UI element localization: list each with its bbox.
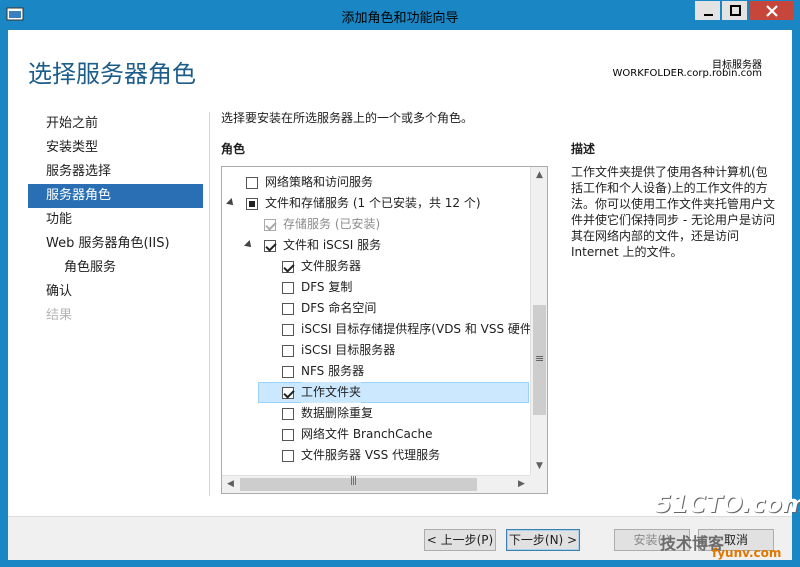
close-icon (766, 5, 778, 17)
role-label: iSCSI 目标服务器 (301, 343, 396, 357)
nav-item-server-selection[interactable]: 服务器选择 (28, 160, 203, 184)
role-checkbox[interactable] (282, 324, 294, 336)
nav-item-confirmation[interactable]: 确认 (28, 280, 203, 304)
role-row[interactable]: 数据删除重复 (222, 403, 530, 424)
role-label: NFS 服务器 (301, 364, 365, 378)
role-row[interactable]: 文件服务器 (222, 256, 530, 277)
collapse-arrow-icon[interactable] (226, 198, 236, 208)
role-label: 网络文件 BranchCache (301, 427, 433, 441)
nav-item-role-services[interactable]: 角色服务 (28, 256, 203, 280)
role-row[interactable]: iSCSI 目标存储提供程序(VDS 和 VSS 硬件提 (222, 319, 530, 340)
roles-tree[interactable]: 网络策略和访问服务 文件和存储服务 (1 个已安装，共 12 个) 存储服务 (… (221, 166, 548, 494)
role-checkbox[interactable] (246, 177, 258, 189)
watermark-site: fyunv.com (712, 546, 782, 560)
previous-button[interactable]: < 上一步(P) (424, 529, 496, 551)
nav-item-web-server-role[interactable]: Web 服务器角色(IIS) (28, 232, 203, 256)
horizontal-scrollbar[interactable]: ◀ ▶ (222, 475, 530, 493)
description-text: 工作文件夹提供了使用各种计算机(包括工作和个人设备)上的工作文件的方法。你可以使… (571, 165, 776, 259)
role-label: DFS 复制 (301, 280, 353, 294)
role-row[interactable]: iSCSI 目标服务器 (222, 340, 530, 361)
role-label: 数据删除重复 (301, 406, 374, 420)
role-row: 存储服务 (已安装) (222, 214, 530, 235)
maximize-button[interactable] (721, 0, 748, 21)
minimize-icon (704, 14, 713, 16)
page-title: 选择服务器角色 (28, 60, 196, 88)
nav-divider (209, 112, 210, 496)
selection-highlight (258, 382, 529, 403)
title-bar: 添加角色和功能向导 (0, 0, 800, 30)
close-button[interactable] (748, 0, 794, 21)
watermark-logo: 51CTO.com (655, 490, 800, 518)
wizard-nav: 开始之前 安装类型 服务器选择 服务器角色 功能 Web 服务器角色(IIS) … (28, 112, 203, 328)
role-checkbox[interactable] (246, 198, 258, 210)
role-label: DFS 命名空间 (301, 301, 377, 315)
role-checkbox[interactable] (282, 387, 294, 399)
wizard-client-area: 选择服务器角色 目标服务器 WORKFOLDER.corp.robin.com … (8, 30, 792, 560)
nav-item-features[interactable]: 功能 (28, 208, 203, 232)
role-checkbox[interactable] (282, 408, 294, 420)
role-label: 工作文件夹 (301, 382, 362, 403)
role-checkbox[interactable] (282, 429, 294, 441)
role-label: 文件服务器 (301, 259, 362, 273)
window-title: 添加角色和功能向导 (341, 11, 459, 26)
role-checkbox[interactable] (282, 366, 294, 378)
scroll-down-icon[interactable]: ▼ (531, 458, 547, 475)
role-label: 网络策略和访问服务 (265, 175, 374, 189)
maximize-icon (730, 5, 741, 16)
scroll-left-icon[interactable]: ◀ (222, 476, 239, 493)
vertical-scrollbar[interactable]: ▲ ▼ (530, 167, 547, 475)
vertical-scroll-thumb[interactable] (533, 305, 546, 415)
role-row[interactable]: DFS 命名空间 (222, 298, 530, 319)
role-row-selected[interactable]: 工作文件夹 (222, 382, 530, 403)
next-button[interactable]: 下一步(N) > (506, 529, 580, 551)
description-header: 描述 (571, 142, 596, 156)
role-checkbox[interactable] (282, 261, 294, 273)
nav-item-results: 结果 (46, 308, 73, 323)
role-label: 文件服务器 VSS 代理服务 (301, 448, 441, 462)
role-row[interactable]: 文件和存储服务 (1 个已安装，共 12 个) (222, 193, 530, 214)
horizontal-scroll-thumb[interactable] (240, 476, 477, 491)
role-checkbox[interactable] (282, 282, 294, 294)
roles-header: 角色 (221, 142, 246, 156)
scroll-up-icon[interactable]: ▲ (531, 167, 547, 184)
role-row[interactable]: 网络文件 BranchCache (222, 424, 530, 445)
role-label: 文件和 iSCSI 服务 (283, 238, 382, 252)
role-checkbox (264, 219, 276, 231)
role-checkbox[interactable] (282, 303, 294, 315)
scroll-right-icon[interactable]: ▶ (513, 476, 530, 493)
role-label: iSCSI 目标存储提供程序(VDS 和 VSS 硬件提 (301, 322, 530, 336)
role-label: 文件和存储服务 (1 个已安装，共 12 个) (265, 196, 481, 210)
role-label: 存储服务 (已安装) (283, 217, 381, 231)
role-checkbox[interactable] (282, 345, 294, 357)
role-checkbox[interactable] (264, 240, 276, 252)
minimize-button[interactable] (694, 0, 721, 21)
role-row[interactable]: 文件服务器 VSS 代理服务 (222, 445, 530, 466)
role-row[interactable]: NFS 服务器 (222, 361, 530, 382)
role-checkbox[interactable] (282, 450, 294, 462)
destination-server-name: WORKFOLDER.corp.robin.com (612, 68, 762, 79)
collapse-arrow-icon[interactable] (244, 240, 254, 250)
scrollbar-corner (530, 475, 547, 493)
instruction-text: 选择要安装在所选服务器上的一个或多个角色。 (221, 111, 474, 125)
nav-item-server-roles[interactable]: 服务器角色 (28, 184, 203, 208)
role-row[interactable]: DFS 复制 (222, 277, 530, 298)
role-row[interactable]: 文件和 iSCSI 服务 (222, 235, 530, 256)
nav-item-before-you-begin[interactable]: 开始之前 (28, 112, 203, 136)
nav-item-installation-type[interactable]: 安装类型 (28, 136, 203, 160)
role-row[interactable]: 网络策略和访问服务 (222, 172, 530, 193)
